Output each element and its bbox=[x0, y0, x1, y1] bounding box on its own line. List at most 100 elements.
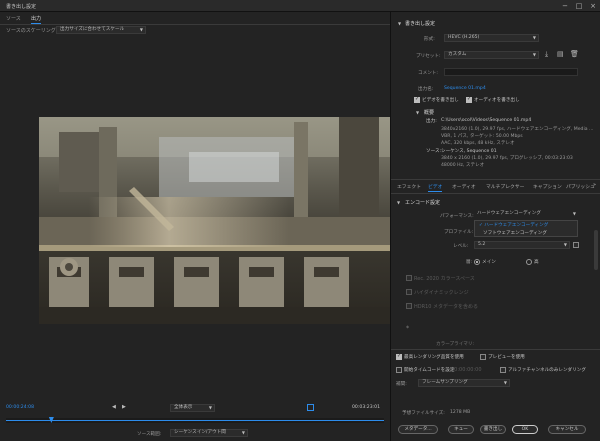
performance-menu: ✓ ハードウェアエンコーディング ソフトウェアエンコーディング bbox=[474, 220, 578, 237]
profile-label: プロファイル: bbox=[444, 230, 474, 235]
encode-settings-header: エンコード設定 bbox=[405, 200, 441, 206]
more-tabs-icon[interactable]: » bbox=[593, 182, 596, 188]
save-preset-icon[interactable]: ⤓ bbox=[545, 50, 548, 59]
export-video-checkbox[interactable] bbox=[414, 96, 420, 103]
delete-preset-icon[interactable]: 🗑 bbox=[570, 50, 579, 58]
tab-output[interactable]: 出力 bbox=[31, 15, 42, 24]
zoom-value: 全体表示 bbox=[174, 405, 193, 410]
tab-divider bbox=[0, 24, 390, 25]
level-dropdown[interactable]: 5.2 ▼ bbox=[474, 241, 570, 249]
start-timecode-checkbox[interactable] bbox=[396, 367, 402, 373]
export-settings-header: 書き出し設定 bbox=[405, 21, 436, 27]
cancel-button[interactable]: キャンセル bbox=[548, 425, 586, 434]
interpolation-label: 補間: bbox=[396, 382, 407, 387]
rec2020-checkbox[interactable] bbox=[406, 275, 412, 281]
tier-main-radio[interactable] bbox=[474, 259, 480, 265]
chevron-down-icon: ▼ bbox=[208, 405, 212, 410]
end-time: 00:03:23:01 bbox=[352, 405, 381, 410]
preview-frame bbox=[39, 117, 407, 324]
summary-source-label: ソース: bbox=[426, 149, 442, 154]
timeline-range bbox=[6, 420, 384, 421]
source-scaling-dropdown[interactable]: 出力サイズに合わせてスケール ▼ bbox=[56, 26, 146, 34]
current-time[interactable]: 00:00:24:08 bbox=[6, 405, 34, 410]
output-name-label: 出力名: bbox=[418, 87, 434, 92]
import-preset-icon[interactable]: ▤ bbox=[557, 50, 564, 58]
tab-publish[interactable]: パブリッシュ bbox=[566, 183, 595, 190]
close-icon[interactable]: × bbox=[588, 1, 598, 11]
right-scrollbar[interactable] bbox=[594, 230, 598, 270]
hdr-checkbox[interactable] bbox=[406, 289, 412, 295]
tier-high-label: 高 bbox=[534, 260, 539, 265]
tab-captions[interactable]: キャプション bbox=[533, 183, 562, 190]
color-primaries-label: カラープライマリ: bbox=[436, 342, 475, 347]
hdr10-label: HDR10 メタデータを含める bbox=[414, 304, 479, 310]
start-timecode-label: 開始タイムコードを設定 bbox=[404, 368, 455, 373]
zoom-dropdown[interactable]: 全体表示 ▼ bbox=[170, 404, 215, 412]
interpolation-value: フレームサンプリング bbox=[422, 380, 468, 385]
output-name-link[interactable]: Sequence 01.mp4 bbox=[444, 86, 486, 91]
hdr10-checkbox[interactable] bbox=[406, 303, 412, 309]
tab-effects[interactable]: エフェクト bbox=[397, 183, 421, 190]
chevron-down-icon: ▼ bbox=[503, 380, 507, 385]
collapse-icon[interactable]: ▼ bbox=[398, 21, 401, 26]
tab-multiplexer[interactable]: マルチプレクサー bbox=[486, 183, 524, 190]
mark-in-icon[interactable]: ◀ bbox=[112, 404, 116, 410]
metadata-button[interactable]: メタデータ... bbox=[398, 425, 438, 434]
chevron-down-icon: ▼ bbox=[139, 27, 143, 32]
bitrate-collapse-icon[interactable]: ◆ bbox=[406, 324, 409, 329]
max-render-quality-label: 最高レンダリング品質を使用 bbox=[404, 355, 464, 360]
level-value: 5.2 bbox=[478, 242, 486, 247]
comment-input[interactable] bbox=[444, 68, 578, 76]
performance-option-hardware[interactable]: ✓ ハードウェアエンコーディング bbox=[479, 222, 548, 228]
timeline-track[interactable] bbox=[6, 417, 384, 423]
tier-high-radio[interactable] bbox=[526, 259, 532, 265]
summary-collapse-icon[interactable]: ▼ bbox=[416, 110, 419, 115]
minimize-icon[interactable]: − bbox=[560, 1, 570, 11]
format-dropdown[interactable]: HEVC (H.265) ▼ bbox=[444, 34, 539, 42]
queue-button[interactable]: キュー bbox=[448, 425, 474, 434]
tab-source[interactable]: ソース bbox=[6, 15, 21, 22]
summary-header: 概要 bbox=[424, 110, 435, 116]
summary-output-4: AAC, 320 kbps, 48 kHz, ステレオ bbox=[441, 141, 515, 146]
chevron-down-icon: ▼ bbox=[241, 430, 245, 435]
tab-audio[interactable]: オーディオ bbox=[452, 183, 476, 190]
use-previews-checkbox[interactable] bbox=[480, 354, 486, 360]
right-tabs-divider-bottom bbox=[391, 193, 600, 194]
preset-dropdown[interactable]: カスタム ▼ bbox=[444, 51, 539, 59]
max-render-quality-checkbox[interactable] bbox=[396, 353, 402, 360]
right-tabs-divider-top bbox=[391, 179, 600, 180]
start-timecode-value[interactable]: 00:00:00:00 bbox=[451, 367, 482, 373]
source-range-dropdown[interactable]: シーケンスイン/アウト間 ▼ bbox=[170, 429, 248, 437]
file-size-value: 1278 MB bbox=[450, 410, 471, 415]
tier-main-label: メイン bbox=[482, 260, 496, 265]
video-preview bbox=[39, 117, 407, 324]
summary-output-2: 3840x2160 (1.0), 29.97 fps, ハードウェアエンコーディ… bbox=[441, 127, 594, 132]
ok-button[interactable]: OK bbox=[512, 425, 538, 434]
performance-option-software[interactable]: ソフトウェアエンコーディング bbox=[483, 230, 547, 236]
alpha-only-checkbox[interactable] bbox=[500, 367, 506, 373]
summary-output-label: 出力: bbox=[426, 119, 437, 124]
encode-collapse-icon[interactable]: ▼ bbox=[397, 200, 400, 205]
performance-label: パフォーマンス: bbox=[440, 214, 474, 219]
tier-label: 層: bbox=[466, 260, 473, 265]
performance-dropdown[interactable]: ハードウェアエンコーディング ▼ bbox=[474, 211, 578, 219]
level-checkbox[interactable] bbox=[573, 242, 579, 248]
export-button[interactable]: 書き出し bbox=[480, 425, 506, 434]
summary-source-3: 48000 Hz, ステレオ bbox=[441, 163, 485, 168]
window-title: 書き出し設定 bbox=[6, 4, 37, 10]
settings-icon[interactable] bbox=[307, 404, 314, 411]
chevron-down-icon: ▼ bbox=[572, 211, 576, 216]
export-audio-checkbox[interactable] bbox=[466, 96, 472, 103]
chevron-down-icon: ▼ bbox=[563, 242, 567, 247]
export-audio-label: オーディオを書き出し bbox=[474, 98, 520, 103]
summary-source-1: シーケンス, Sequence 01 bbox=[441, 149, 497, 154]
maximize-icon[interactable]: □ bbox=[574, 1, 584, 11]
interpolation-dropdown[interactable]: フレームサンプリング ▼ bbox=[418, 379, 510, 387]
title-bar: 書き出し設定 − □ × bbox=[0, 0, 600, 12]
mark-out-icon[interactable]: ▶ bbox=[122, 404, 126, 410]
tab-video[interactable]: ビデオ bbox=[428, 183, 443, 192]
chevron-down-icon: ▼ bbox=[532, 35, 536, 40]
chevron-down-icon: ▼ bbox=[532, 52, 536, 57]
source-range-label: ソース範囲: bbox=[137, 432, 162, 437]
source-scaling-label: ソースのスケーリング: bbox=[6, 28, 58, 34]
